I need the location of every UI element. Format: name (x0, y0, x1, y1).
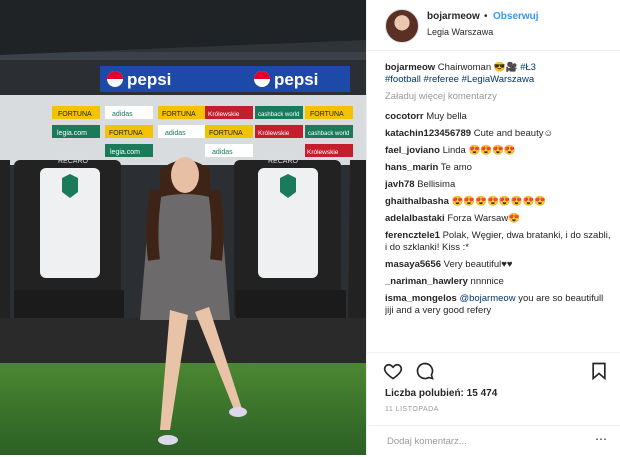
post-actions: Liczba polubień: 15 474 11 LISTOPADA ⋯ (367, 352, 620, 456)
caption-hashtag-l3[interactable]: #Ł3 (520, 62, 536, 73)
add-comment-bar: ⋯ (367, 425, 620, 457)
comment-item: katachin123456789 Cute and beauty☺ (385, 128, 611, 140)
svg-text:RECARO: RECARO (268, 158, 299, 165)
comment-username[interactable]: javh78 (385, 179, 415, 190)
svg-text:legia.com: legia.com (110, 149, 140, 156)
photo-illustration: pepsi pepsi FORTUNA adidas FORTUNA Króle… (0, 0, 366, 455)
separator-dot: • (484, 11, 488, 22)
comment-username[interactable]: adelalbastaki (385, 213, 445, 224)
follow-button[interactable]: Obserwuj (493, 11, 539, 22)
svg-text:Królewskie: Królewskie (208, 111, 240, 118)
comment-item: hans_marin Te amo (385, 162, 611, 174)
comment-item: masaya5656 Very beautiful♥♥ (385, 259, 611, 271)
comment-text: Forza Warsaw😍 (447, 213, 521, 224)
load-more-comments-button[interactable]: Załaduj więcej komentarzy (385, 91, 611, 103)
comment-item: _nariman_hawlery nnnnice (385, 276, 611, 288)
comments-list[interactable]: bojarmeow Chairwoman 😎🎥 #Ł3 #football #r… (385, 62, 611, 352)
comment-text: Very beautiful♥♥ (443, 259, 513, 270)
comment-username[interactable]: ferencztele1 (385, 230, 440, 241)
caption-username[interactable]: bojarmeow (385, 62, 435, 73)
svg-text:legia.com: legia.com (57, 130, 87, 137)
comment-text: 😍😍😍😍😍😍😍😍 (451, 196, 547, 207)
comment-mention[interactable]: @bojarmeow (459, 293, 515, 304)
pepsi-text-2: pepsi (274, 70, 318, 89)
svg-text:FORTUNA: FORTUNA (109, 130, 143, 137)
add-comment-input[interactable] (385, 435, 579, 448)
svg-text:RECARO: RECARO (58, 158, 89, 165)
comment-username[interactable]: cocotorr (385, 111, 424, 122)
comment-text: Muy bella (426, 111, 467, 122)
comment-username[interactable]: fael_joviano (385, 145, 440, 156)
comment-text: Bellisima (417, 179, 456, 190)
comment-item: isma_mongelos @bojarmeow you are so beau… (385, 293, 611, 317)
post-caption: bojarmeow Chairwoman 😎🎥 #Ł3 #football #r… (385, 62, 611, 86)
more-options-icon[interactable]: ⋯ (595, 432, 607, 446)
comment-username[interactable]: _nariman_hawlery (385, 276, 468, 287)
svg-text:cashback world: cashback world (308, 131, 349, 137)
caption-hashtags[interactable]: #football #referee #LegiaWarszawa (385, 74, 534, 85)
comment-item: fael_joviano Linda 😍😍😍😍 (385, 145, 611, 157)
svg-text:cashback world: cashback world (258, 112, 299, 118)
post-photo[interactable]: pepsi pepsi FORTUNA adidas FORTUNA Króle… (0, 0, 366, 455)
pepsi-text-1: pepsi (127, 70, 171, 89)
comment-username[interactable]: hans_marin (385, 162, 438, 173)
avatar[interactable] (385, 9, 419, 43)
comment-item: ghaithalbasha 😍😍😍😍😍😍😍😍 (385, 196, 611, 208)
comment-text: nnnnice (470, 276, 504, 287)
likes-count[interactable]: Liczba polubień: 15 474 (385, 388, 497, 399)
svg-text:FORTUNA: FORTUNA (58, 111, 92, 118)
comment-item: adelalbastaki Forza Warsaw😍 (385, 213, 611, 225)
caption-text: Chairwoman 😎🎥 (437, 62, 521, 73)
comment-item: cocotorr Muy bella (385, 111, 611, 123)
bookmark-icon[interactable] (589, 361, 609, 381)
svg-text:adidas: adidas (165, 130, 186, 137)
post-username[interactable]: bojarmeow (427, 11, 480, 22)
svg-text:FORTUNA: FORTUNA (209, 130, 243, 137)
comment-username[interactable]: masaya5656 (385, 259, 441, 270)
post-header: bojarmeow • Obserwuj Legia Warszawa (367, 0, 620, 51)
comment-username[interactable]: katachin123456789 (385, 128, 471, 139)
comment-icon[interactable] (415, 361, 435, 381)
comment-item: ferencztele1 Polak, Węgier, dwa bratanki… (385, 230, 611, 254)
svg-text:FORTUNA: FORTUNA (310, 111, 344, 118)
heart-icon[interactable] (383, 361, 403, 381)
post-sidebar: bojarmeow • Obserwuj Legia Warszawa boja… (366, 0, 620, 455)
svg-text:adidas: adidas (212, 149, 233, 156)
comment-text: Cute and beauty☺ (473, 128, 554, 139)
comment-username[interactable]: ghaithalbasha (385, 196, 449, 207)
instagram-post: pepsi pepsi FORTUNA adidas FORTUNA Króle… (0, 0, 620, 455)
svg-text:FORTUNA: FORTUNA (162, 111, 196, 118)
comment-username[interactable]: isma_mongelos (385, 293, 457, 304)
svg-text:adidas: adidas (112, 111, 133, 118)
comment-text: Linda 😍😍😍😍 (442, 145, 516, 156)
post-location[interactable]: Legia Warszawa (427, 27, 493, 37)
post-date: 11 LISTOPADA (385, 406, 439, 413)
comment-item: javh78 Bellisima (385, 179, 611, 191)
svg-text:Królewskie: Królewskie (258, 130, 290, 137)
comment-text: Te amo (440, 162, 472, 173)
svg-text:Królewskie: Królewskie (307, 149, 339, 156)
